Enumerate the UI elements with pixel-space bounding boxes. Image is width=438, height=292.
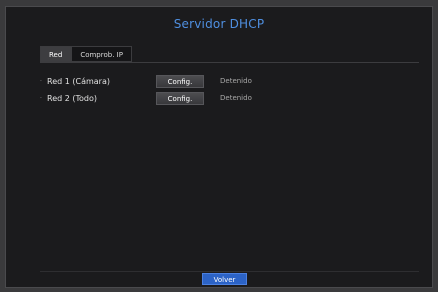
network-row-2: · Red 2 (Todo) Config. Detenido bbox=[40, 91, 252, 105]
network-label: Red 1 (Cámara) bbox=[47, 76, 110, 86]
config-button[interactable]: Config. bbox=[156, 91, 204, 105]
tab-red[interactable]: Red bbox=[40, 46, 72, 62]
screen-frame: Servidor DHCP Red Comprob. IP · Red 1 (C… bbox=[0, 0, 438, 292]
dhcp-server-dialog: Servidor DHCP Red Comprob. IP · Red 1 (C… bbox=[5, 6, 433, 288]
tab-bar: Red Comprob. IP bbox=[40, 46, 132, 62]
footer-divider bbox=[40, 271, 419, 272]
back-button[interactable]: Volver bbox=[202, 273, 247, 285]
status-text: Detenido bbox=[220, 94, 252, 102]
tab-divider bbox=[40, 62, 419, 63]
bullet-dot-icon: · bbox=[40, 77, 42, 85]
network-row-1: · Red 1 (Cámara) Config. Detenido bbox=[40, 74, 252, 88]
tab-comprob-ip[interactable]: Comprob. IP bbox=[71, 46, 132, 62]
network-label: Red 2 (Todo) bbox=[47, 93, 98, 103]
config-button[interactable]: Config. bbox=[156, 74, 204, 88]
bullet-dot-icon: · bbox=[40, 94, 42, 102]
status-text: Detenido bbox=[220, 77, 252, 85]
dialog-title: Servidor DHCP bbox=[173, 17, 265, 31]
